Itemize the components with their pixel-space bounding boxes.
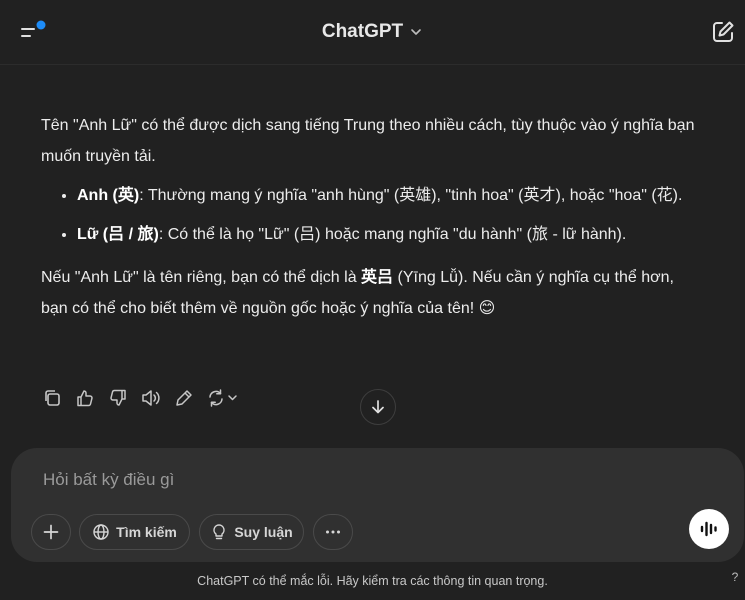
regenerate-icon [209, 389, 237, 407]
message-paragraph: Nếu "Anh Lữ" là tên riêng, bạn có thể dị… [41, 262, 701, 324]
search-button-label: Tìm kiếm [116, 524, 177, 540]
arrow-down-icon [372, 400, 384, 414]
speaker-icon [142, 390, 160, 406]
more-tools-button[interactable] [313, 514, 353, 550]
thumbs-up-icon [77, 390, 93, 407]
edit-in-canvas-button[interactable] [173, 387, 195, 409]
plus-icon [43, 524, 59, 540]
reason-button-label: Suy luận [234, 524, 293, 540]
list-item-text: : Có thể là họ "Lữ" (吕) hoặc mang nghĩa … [158, 226, 627, 243]
list-item-term: Lữ (吕 / 旅) [77, 226, 159, 243]
assistant-message: Tên "Anh Lữ" có thể được dịch sang tiếng… [41, 110, 701, 324]
disclaimer-text: ChatGPT có thể mắc lỗi. Hãy kiểm tra các… [197, 574, 548, 588]
bad-response-button[interactable] [107, 387, 129, 409]
new-chat-button[interactable] [709, 18, 737, 46]
translation-highlight: 英吕 [361, 269, 394, 286]
help-button[interactable]: ? [726, 566, 744, 588]
good-response-button[interactable] [74, 387, 96, 409]
read-aloud-button[interactable] [140, 387, 162, 409]
voice-waveform-icon [700, 521, 717, 537]
scroll-to-bottom-button[interactable] [360, 389, 396, 425]
sidebar-toggle-button[interactable] [16, 18, 50, 46]
regenerate-button[interactable] [206, 387, 240, 409]
more-horizontal-icon [326, 530, 340, 534]
list-item: Anh (英): Thường mang ý nghĩa "anh hùng" … [77, 180, 701, 211]
copy-button[interactable] [41, 387, 63, 409]
model-selector[interactable]: ChatGPT [322, 21, 423, 43]
globe-icon [93, 524, 109, 540]
voice-mode-button[interactable] [689, 509, 729, 549]
message-text: Nếu "Anh Lữ" là tên riêng, bạn có thể dị… [41, 269, 362, 286]
message-actions [41, 387, 240, 409]
thumbs-down-icon [110, 389, 126, 406]
composer: Tìm kiếm Suy luận [11, 448, 744, 562]
list-item-text: : Thường mang ý nghĩa "anh hùng" (英雄), "… [139, 187, 683, 204]
attach-button[interactable] [31, 514, 71, 550]
chevron-down-icon [411, 29, 421, 35]
page-title: ChatGPT [321, 21, 404, 42]
menu-icon [21, 20, 46, 37]
message-list: Anh (英): Thường mang ý nghĩa "anh hùng" … [41, 180, 701, 250]
new-chat-icon [713, 21, 734, 42]
search-button[interactable]: Tìm kiếm [79, 514, 190, 550]
notification-dot [36, 20, 46, 30]
lightbulb-icon [213, 524, 225, 540]
reason-button[interactable]: Suy luận [199, 514, 304, 550]
copy-icon [45, 390, 60, 406]
message-paragraph: Tên "Anh Lữ" có thể được dịch sang tiếng… [41, 117, 695, 165]
list-item: Lữ (吕 / 旅): Có thể là họ "Lữ" (吕) hoặc m… [77, 219, 701, 250]
top-bar: ChatGPT [0, 0, 745, 65]
prompt-input[interactable] [41, 464, 605, 496]
list-item-term: Anh (英) [77, 187, 140, 204]
edit-pencil-icon [176, 390, 192, 406]
